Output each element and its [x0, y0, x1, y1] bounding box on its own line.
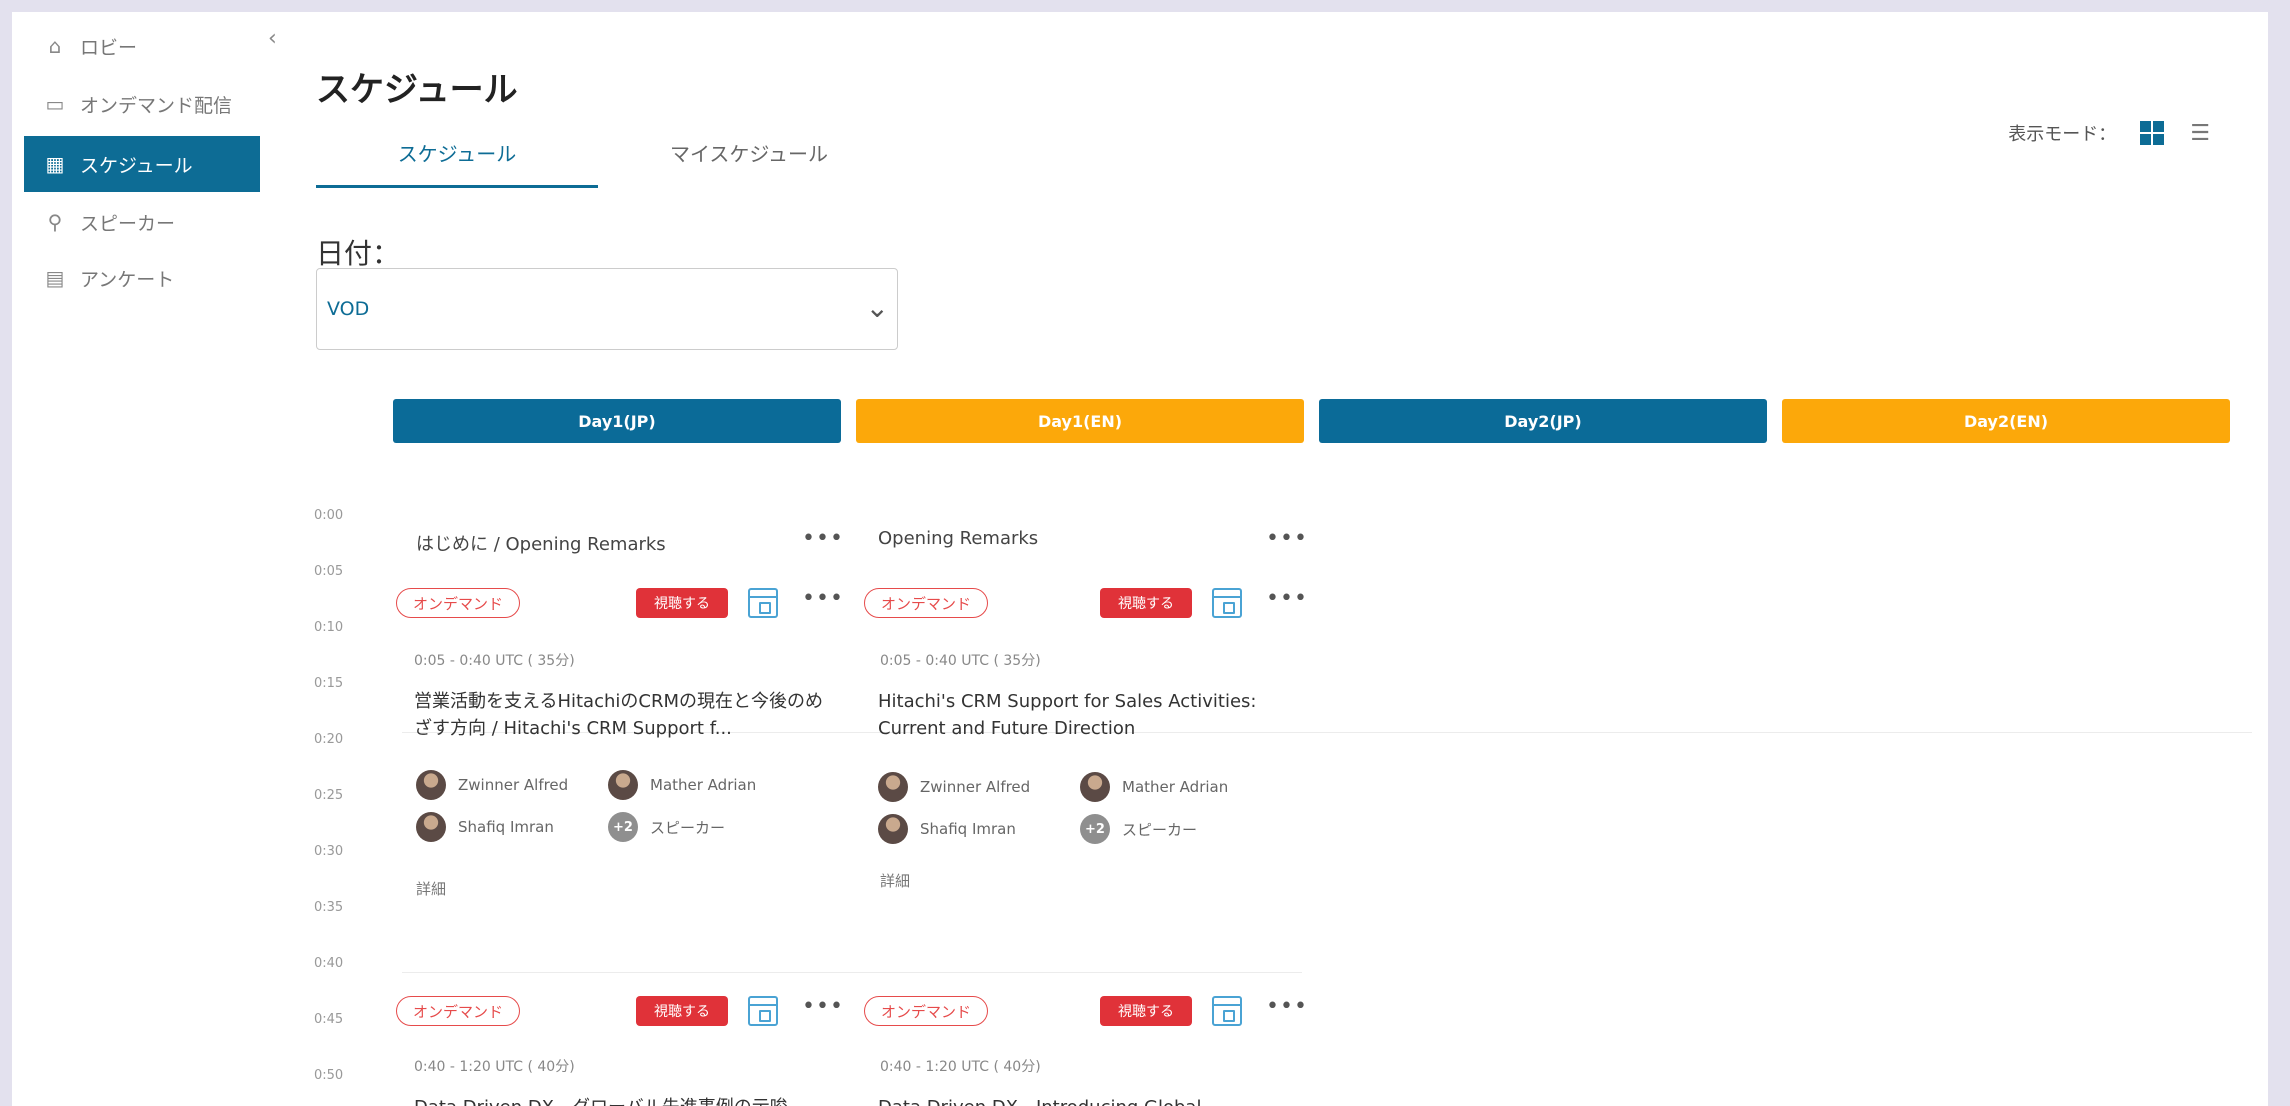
more-speakers-label: スピーカー — [1122, 820, 1198, 839]
session-time: 0:40 - 1:20 UTC ( 40分) — [880, 1059, 1041, 1075]
monitor-icon: ▭ — [45, 92, 65, 116]
add-to-calendar-icon[interactable] — [748, 588, 778, 618]
avatar — [416, 812, 446, 842]
calendar-grid-icon: ▦ — [45, 152, 65, 176]
add-to-calendar-icon[interactable] — [1212, 996, 1242, 1026]
more-icon[interactable]: ••• — [1266, 994, 1308, 1019]
time-label: 0:10 — [314, 620, 344, 635]
watch-button[interactable]: 視聴する — [1100, 996, 1192, 1026]
sidebar-item-speakers[interactable]: ⚲ スピーカー — [24, 194, 260, 250]
more-speakers-count: +2 — [608, 812, 638, 842]
avatar — [416, 770, 446, 800]
more-icon[interactable]: ••• — [802, 526, 844, 551]
time-label: 0:05 — [314, 564, 344, 579]
more-speakers-label: スピーカー — [650, 818, 726, 837]
speaker[interactable]: Shafiq Imran — [416, 812, 554, 842]
avatar — [878, 772, 908, 802]
speaker-name: Shafiq Imran — [458, 818, 554, 836]
time-label: 0:30 — [314, 844, 344, 859]
time-label: 0:25 — [314, 788, 344, 803]
time-label: 0:50 — [314, 1068, 344, 1083]
speaker-name: Mather Adrian — [1122, 778, 1229, 796]
day-tab-day2-jp[interactable]: Day2(JP) — [1319, 399, 1767, 443]
session-time: 0:40 - 1:20 UTC ( 40分) — [414, 1059, 575, 1075]
speaker-name: Zwinner Alfred — [920, 778, 1031, 796]
podium-icon: ⚲ — [47, 210, 63, 234]
more-icon[interactable]: ••• — [1266, 526, 1308, 551]
day-tab-day1-jp[interactable]: Day1(JP) — [393, 399, 841, 443]
time-label: 0:20 — [314, 732, 344, 747]
sidebar-item-label: ロビー — [80, 36, 138, 59]
view-mode-switch: 表示モード： ☰ — [2008, 120, 2210, 146]
watch-button[interactable]: 視聴する — [636, 996, 728, 1026]
speaker[interactable]: Zwinner Alfred — [878, 772, 1030, 802]
home-icon: ⌂ — [48, 34, 62, 58]
sidebar-item-label: スケジュール — [80, 154, 193, 177]
more-icon[interactable]: ••• — [802, 994, 844, 1019]
date-select[interactable]: VOD ⌄ — [316, 268, 898, 350]
session-heading: はじめに / Opening Remarks — [416, 534, 666, 555]
survey-icon: ▤ — [45, 266, 65, 290]
sidebar-collapse-icon[interactable]: ‹ — [268, 26, 277, 51]
day-tab-day1-en[interactable]: Day1(EN) — [856, 399, 1304, 443]
on-demand-badge: オンデマンド — [396, 588, 521, 618]
on-demand-badge: オンデマンド — [396, 996, 521, 1026]
add-to-calendar-icon[interactable] — [748, 996, 778, 1026]
sidebar-item-on-demand[interactable]: ▭ オンデマンド配信 — [24, 76, 260, 132]
sidebar-item-schedule[interactable]: ▦ スケジュール — [24, 136, 260, 192]
time-label: 0:00 — [314, 508, 344, 523]
more-speakers[interactable]: +2 スピーカー — [1080, 814, 1197, 844]
speaker[interactable]: Mather Adrian — [608, 770, 756, 800]
app-frame: ⌂ ロビー ▭ オンデマンド配信 ▦ スケジュール ⚲ スピーカー ▤ アンケー… — [12, 12, 2268, 1106]
time-label: 0:45 — [314, 1012, 344, 1027]
session-title[interactable]: Data Driven DX - Introducing Global — [878, 1094, 1298, 1106]
page-title: スケジュール — [316, 70, 518, 110]
sidebar-item-label: スピーカー — [80, 212, 176, 235]
sidebar-item-survey[interactable]: ▤ アンケート — [24, 250, 260, 306]
grid-view-icon[interactable] — [2140, 121, 2165, 145]
more-icon[interactable]: ••• — [1266, 586, 1308, 611]
sidebar-item-lobby[interactable]: ⌂ ロビー — [24, 18, 260, 74]
chevron-down-icon: ⌄ — [865, 291, 889, 324]
tab-my-schedule[interactable]: マイスケジュール — [608, 124, 890, 188]
session-title[interactable]: 営業活動を支えるHitachiのCRMの現在と今後のめざす方向 / Hitach… — [414, 688, 834, 744]
speaker[interactable]: Mather Adrian — [1080, 772, 1228, 802]
session-title[interactable]: Hitachi's CRM Support for Sales Activiti… — [878, 688, 1298, 744]
sidebar: ⌂ ロビー ▭ オンデマンド配信 ▦ スケジュール ⚲ スピーカー ▤ アンケー… — [12, 12, 262, 1106]
on-demand-badge: オンデマンド — [864, 996, 989, 1026]
speaker-name: Shafiq Imran — [920, 820, 1016, 838]
watch-button[interactable]: 視聴する — [636, 588, 728, 618]
more-speakers[interactable]: +2 スピーカー — [608, 812, 725, 842]
time-label: 0:35 — [314, 900, 344, 915]
sidebar-item-label: アンケート — [80, 268, 175, 291]
on-demand-badge: オンデマンド — [864, 588, 989, 618]
watch-button[interactable]: 視聴する — [1100, 588, 1192, 618]
list-view-icon[interactable]: ☰ — [2190, 121, 2210, 146]
day-tab-day2-en[interactable]: Day2(EN) — [1782, 399, 2230, 443]
avatar — [878, 814, 908, 844]
avatar — [608, 770, 638, 800]
divider — [402, 972, 1302, 973]
sidebar-item-label: オンデマンド配信 — [80, 94, 233, 117]
more-icon[interactable]: ••• — [802, 586, 844, 611]
avatar — [1080, 772, 1110, 802]
speaker[interactable]: Shafiq Imran — [878, 814, 1016, 844]
add-to-calendar-icon[interactable] — [1212, 588, 1242, 618]
more-speakers-count: +2 — [1080, 814, 1110, 844]
time-label: 0:40 — [314, 956, 344, 971]
speaker-name: Mather Adrian — [650, 776, 757, 794]
speaker-name: Zwinner Alfred — [458, 776, 569, 794]
details-link[interactable]: 詳細 — [880, 870, 910, 891]
session-time: 0:05 - 0:40 UTC ( 35分) — [880, 653, 1041, 669]
tab-schedule[interactable]: スケジュール — [316, 124, 598, 188]
time-label: 0:15 — [314, 676, 344, 691]
view-mode-label: 表示モード： — [2008, 124, 2117, 145]
session-time: 0:05 - 0:40 UTC ( 35分) — [414, 653, 575, 669]
date-label: 日付： — [316, 237, 401, 270]
details-link[interactable]: 詳細 — [416, 878, 446, 899]
speaker[interactable]: Zwinner Alfred — [416, 770, 568, 800]
session-title[interactable]: Data Driven DX - グローバル先進事例の示唆 — [414, 1094, 834, 1106]
date-select-value: VOD — [327, 298, 370, 320]
session-heading: Opening Remarks — [878, 528, 1039, 549]
